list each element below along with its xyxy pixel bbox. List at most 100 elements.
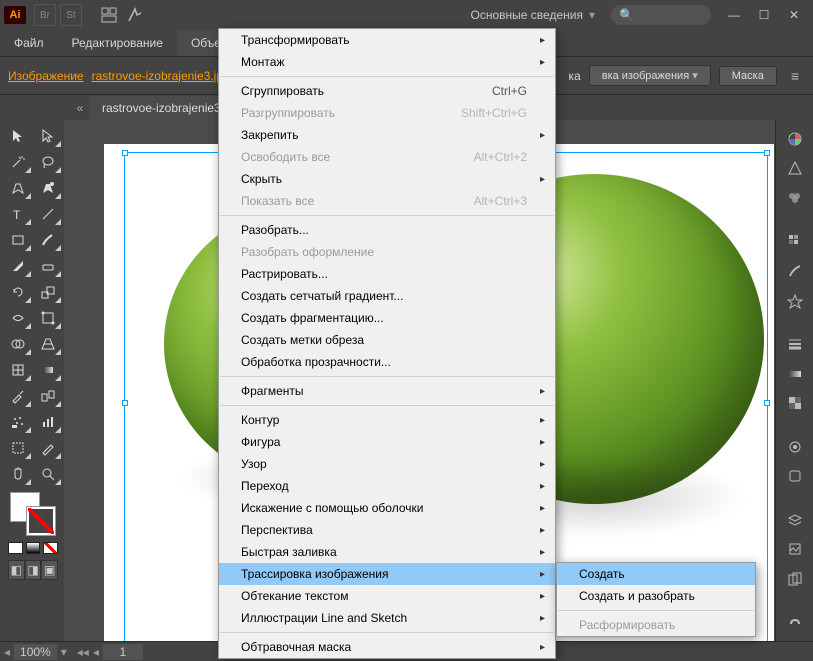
menu-expand-appearance: Разобрать оформление bbox=[219, 241, 555, 263]
menu-envelope[interactable]: Искажение с помощью оболочки bbox=[219, 497, 555, 519]
menu-file[interactable]: Файл bbox=[0, 30, 58, 56]
zoom-field[interactable]: 100% bbox=[14, 644, 57, 660]
submenu-make[interactable]: Создать bbox=[557, 563, 755, 585]
menu-edit[interactable]: Редактирование bbox=[58, 30, 177, 56]
eraser-tool[interactable] bbox=[34, 254, 62, 278]
scale-tool[interactable] bbox=[34, 280, 62, 304]
menu-slices[interactable]: Фрагменты bbox=[219, 380, 555, 402]
menu-blend[interactable]: Переход bbox=[219, 475, 555, 497]
maximize-button[interactable]: ☐ bbox=[749, 5, 779, 25]
panel-symbols[interactable] bbox=[781, 288, 809, 314]
eyedropper-tool[interactable] bbox=[4, 384, 32, 408]
menu-mosaic[interactable]: Создать фрагментацию... bbox=[219, 307, 555, 329]
lasso-tool[interactable] bbox=[34, 150, 62, 174]
selection-type-link[interactable]: Изображение bbox=[8, 69, 84, 83]
panel-appearance[interactable] bbox=[781, 434, 809, 460]
panel-menu-icon[interactable]: ≡ bbox=[785, 68, 805, 84]
menu-text-wrap[interactable]: Обтекание текстом bbox=[219, 585, 555, 607]
rectangle-tool[interactable] bbox=[4, 228, 32, 252]
workspace-switcher[interactable]: Основные сведения ▾ bbox=[463, 4, 603, 26]
menu-hide[interactable]: Скрыть bbox=[219, 168, 555, 190]
panel-themes[interactable] bbox=[781, 185, 809, 211]
menu-shape[interactable]: Фигура bbox=[219, 431, 555, 453]
menu-path[interactable]: Контур bbox=[219, 409, 555, 431]
gradient-tool[interactable] bbox=[34, 358, 62, 382]
rotate-tool[interactable] bbox=[4, 280, 32, 304]
menu-transform[interactable]: Трансформировать bbox=[219, 29, 555, 51]
menu-arrange[interactable]: Монтаж bbox=[219, 51, 555, 73]
linked-file-link[interactable]: rastrovoe-izobrajenie3.jpg bbox=[92, 69, 230, 83]
close-button[interactable]: ✕ bbox=[779, 5, 809, 25]
menu-group[interactable]: СгруппироватьCtrl+G bbox=[219, 80, 555, 102]
handle-tr[interactable] bbox=[764, 150, 770, 156]
color-swatch[interactable] bbox=[8, 542, 23, 554]
handle-l[interactable] bbox=[122, 400, 128, 406]
stock-icon[interactable]: St bbox=[60, 4, 82, 26]
panel-color-guide[interactable] bbox=[781, 156, 809, 182]
handle-r[interactable] bbox=[764, 400, 770, 406]
draw-normal[interactable]: ◧ bbox=[8, 560, 25, 580]
zoom-tool[interactable] bbox=[34, 462, 62, 486]
panel-transparency[interactable] bbox=[781, 390, 809, 416]
handle-tl[interactable] bbox=[122, 150, 128, 156]
menu-line-sketch[interactable]: Иллюстрации Line and Sketch bbox=[219, 607, 555, 629]
menu-mesh[interactable]: Создать сетчатый градиент... bbox=[219, 285, 555, 307]
direct-selection-tool[interactable] bbox=[34, 124, 62, 148]
tab-nav-left[interactable]: « bbox=[70, 101, 90, 115]
menu-image-trace[interactable]: Трассировка изображения bbox=[219, 563, 555, 585]
shaper-tool[interactable] bbox=[4, 254, 32, 278]
curvature-tool[interactable] bbox=[34, 176, 62, 200]
menu-trim-marks[interactable]: Создать метки обреза bbox=[219, 329, 555, 351]
bridge-icon[interactable]: Br bbox=[34, 4, 56, 26]
brush-tool[interactable] bbox=[34, 228, 62, 252]
mesh-tool[interactable] bbox=[4, 358, 32, 382]
gradient-swatch[interactable] bbox=[26, 542, 41, 554]
image-trace-button[interactable]: вка изображения bbox=[589, 65, 711, 86]
draw-inside[interactable]: ▣ bbox=[41, 560, 58, 580]
arrange-docs-icon[interactable] bbox=[98, 4, 120, 26]
menu-lock[interactable]: Закрепить bbox=[219, 124, 555, 146]
slice-tool[interactable] bbox=[34, 436, 62, 460]
graph-tool[interactable] bbox=[34, 410, 62, 434]
type-tool[interactable]: T bbox=[4, 202, 32, 226]
artboard-tool[interactable] bbox=[4, 436, 32, 460]
menu-flatten[interactable]: Обработка прозрачности... bbox=[219, 351, 555, 373]
menu-clipping-mask[interactable]: Обтравочная маска bbox=[219, 636, 555, 658]
shape-builder-tool[interactable] bbox=[4, 332, 32, 356]
minimize-button[interactable]: — bbox=[719, 5, 749, 25]
width-tool[interactable] bbox=[4, 306, 32, 330]
pen-tool[interactable] bbox=[4, 176, 32, 200]
panel-stroke[interactable] bbox=[781, 331, 809, 357]
panel-artboards[interactable] bbox=[781, 566, 809, 592]
menu-rasterize[interactable]: Растрировать... bbox=[219, 263, 555, 285]
panel-graphic-styles[interactable] bbox=[781, 463, 809, 489]
none-swatch[interactable] bbox=[43, 542, 58, 554]
mask-button[interactable]: Маска bbox=[719, 66, 777, 86]
menu-perspective[interactable]: Перспектива bbox=[219, 519, 555, 541]
menu-expand[interactable]: Разобрать... bbox=[219, 219, 555, 241]
hand-tool[interactable] bbox=[4, 462, 32, 486]
symbol-sprayer-tool[interactable] bbox=[4, 410, 32, 434]
perspective-tool[interactable] bbox=[34, 332, 62, 356]
submenu-make-expand[interactable]: Создать и разобрать bbox=[557, 585, 755, 607]
stroke-swatch[interactable] bbox=[26, 506, 56, 536]
panel-layers[interactable] bbox=[781, 507, 809, 533]
draw-behind[interactable]: ◨ bbox=[25, 560, 42, 580]
panel-color[interactable] bbox=[781, 126, 809, 152]
blend-tool[interactable] bbox=[34, 384, 62, 408]
fill-stroke-control[interactable] bbox=[4, 488, 62, 538]
selection-tool[interactable] bbox=[4, 124, 32, 148]
menu-livepaint[interactable]: Быстрая заливка bbox=[219, 541, 555, 563]
panel-cc-libraries[interactable] bbox=[781, 610, 809, 636]
artboard-field[interactable]: 1 bbox=[103, 644, 143, 660]
panel-assets[interactable] bbox=[781, 537, 809, 563]
line-tool[interactable] bbox=[34, 202, 62, 226]
magic-wand-tool[interactable] bbox=[4, 150, 32, 174]
panel-brushes[interactable] bbox=[781, 258, 809, 284]
panel-gradient[interactable] bbox=[781, 361, 809, 387]
free-transform-tool[interactable] bbox=[34, 306, 62, 330]
panel-swatches[interactable] bbox=[781, 229, 809, 255]
gpu-icon[interactable] bbox=[124, 4, 146, 26]
search-input[interactable]: 🔍 bbox=[611, 5, 711, 25]
menu-pattern[interactable]: Узор bbox=[219, 453, 555, 475]
